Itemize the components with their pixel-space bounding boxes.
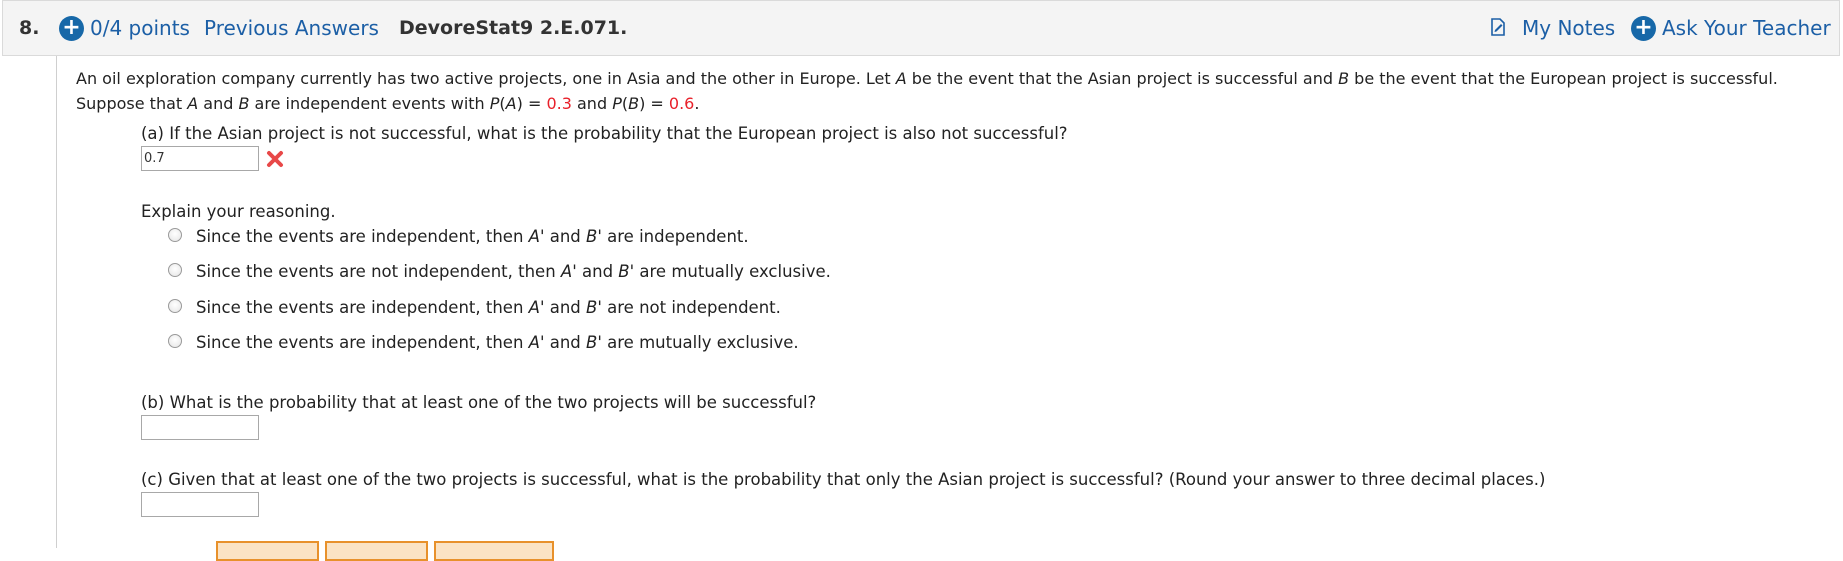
plus-circle-icon[interactable]: +: [1631, 16, 1656, 41]
part-b-question: (b) What is the probability that at leas…: [141, 393, 817, 412]
action-button-1[interactable]: [216, 541, 319, 561]
option-radio-4[interactable]: [168, 334, 182, 348]
question-number: 8.: [19, 17, 40, 39]
option-radio-2[interactable]: [168, 263, 182, 277]
option-label-1[interactable]: Since the events are independent, then A…: [196, 227, 749, 246]
option-radio-3[interactable]: [168, 299, 182, 313]
problem-statement: An oil exploration company currently has…: [76, 66, 1836, 116]
part-b-answer-input[interactable]: [141, 415, 259, 440]
option-label-3[interactable]: Since the events are independent, then A…: [196, 298, 781, 317]
option-radio-1[interactable]: [168, 228, 182, 242]
pa-value: 0.3: [546, 94, 572, 113]
option-label-4[interactable]: Since the events are independent, then A…: [196, 333, 799, 352]
plus-circle-icon[interactable]: +: [59, 16, 84, 41]
part-c-question: (c) Given that at least one of the two p…: [141, 470, 1546, 489]
ask-teacher-link[interactable]: Ask Your Teacher: [1662, 16, 1831, 40]
explain-label: Explain your reasoning.: [141, 202, 336, 221]
pb-value: 0.6: [668, 94, 695, 113]
action-button-3[interactable]: [434, 541, 554, 561]
notes-icon[interactable]: [1491, 18, 1505, 36]
part-c-answer-input[interactable]: [141, 492, 259, 517]
part-a-question: (a) If the Asian project is not successf…: [141, 124, 1068, 143]
x-mark-icon: [267, 151, 283, 167]
previous-answers-link[interactable]: Previous Answers: [204, 16, 379, 40]
intro-line-2: Suppose that A and B are independent eve…: [76, 94, 700, 113]
part-a-answer-input[interactable]: [141, 146, 259, 171]
intro-line-1: An oil exploration company currently has…: [76, 69, 1778, 88]
points-link[interactable]: 0/4 points: [90, 16, 190, 40]
action-button-2[interactable]: [325, 541, 428, 561]
question-id: DevoreStat9 2.E.071.: [399, 17, 628, 39]
option-label-2[interactable]: Since the events are not independent, th…: [196, 262, 831, 281]
my-notes-link[interactable]: My Notes: [1522, 16, 1615, 40]
